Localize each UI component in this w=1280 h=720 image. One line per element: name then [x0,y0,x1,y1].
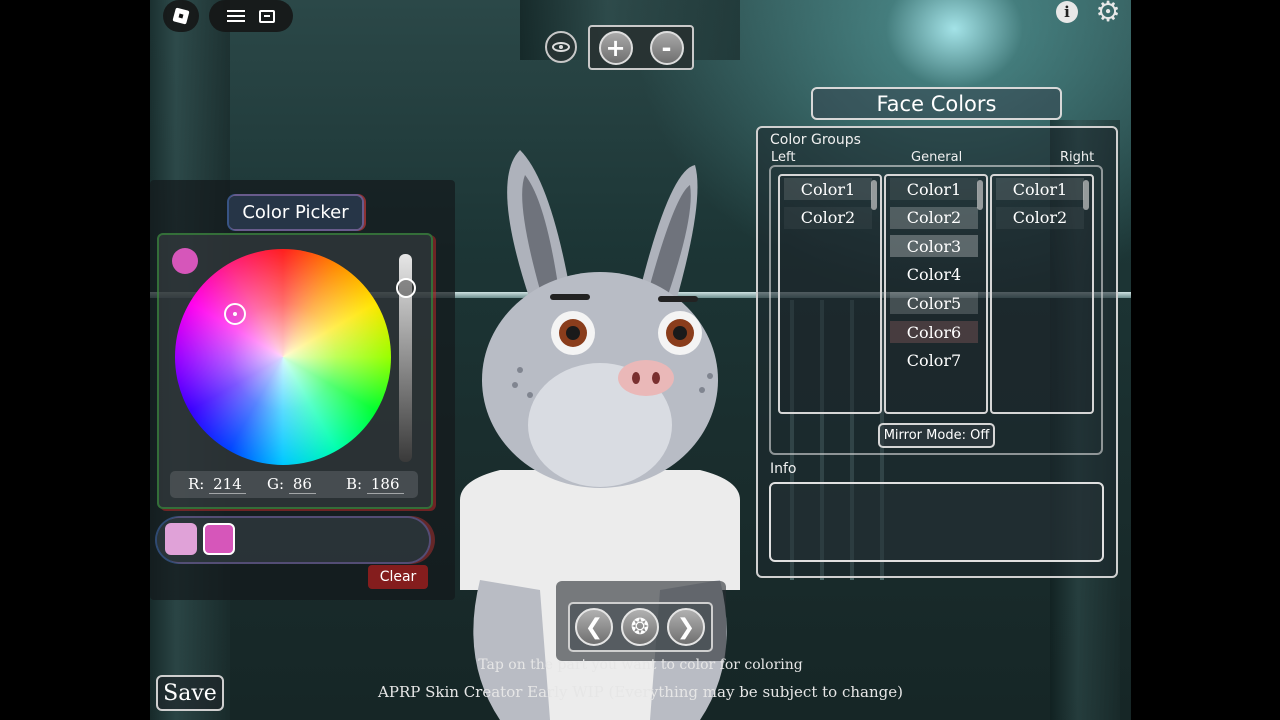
color-group-item[interactable]: Color6 [890,321,978,343]
current-color-preview [172,248,198,274]
zoom-in-button[interactable]: + [598,30,633,65]
wheel-icon: ❂ [630,614,650,640]
roblox-logo-icon [172,7,190,25]
rgb-values-bar: R: 214 G: 86 B: 186 [170,471,418,498]
eye-icon [552,42,570,52]
mirror-mode-button[interactable]: Mirror Mode: Off [878,423,995,448]
general-color-list[interactable]: Color1 Color2 Color3 Color4 Color5 Color6 Colo… [884,174,988,414]
color-swatch[interactable] [165,523,197,555]
color-group-item[interactable]: Color2 [996,206,1084,229]
character-brow-left[interactable] [550,294,590,300]
color-group-item[interactable]: Color2 [890,206,978,229]
left-column-label: Left [771,150,796,165]
menu-chat-button-group[interactable] [209,0,293,32]
color-wheel-cursor[interactable] [224,303,246,325]
color-group-item[interactable]: Color5 [890,292,978,315]
color-swatch[interactable] [203,523,235,555]
right-color-list[interactable]: Color1 Color2 [990,174,1094,414]
rgb-green: G: 86 [267,475,316,494]
rgb-blue: B: 186 [346,475,404,494]
info-icon: i [1056,1,1078,23]
color-group-item[interactable]: Color1 [890,178,978,200]
center-part-button[interactable]: ❂ [621,608,659,646]
color-group-item[interactable]: Color1 [784,178,872,200]
roblox-menu-button[interactable] [163,0,199,32]
color-picker-title: Color Picker [229,196,362,229]
red-value-field[interactable]: 214 [209,475,246,494]
zoom-out-button[interactable]: - [649,30,684,65]
character-snout[interactable] [618,360,674,396]
zoom-controls: + - [588,25,694,70]
character-brow-right[interactable] [658,296,698,302]
color-group-item[interactable]: Color2 [784,206,872,229]
color-group-item[interactable]: Color7 [890,350,978,372]
brightness-slider-handle[interactable] [396,278,416,298]
general-column-label: General [911,150,963,165]
visibility-toggle-button[interactable] [545,31,577,63]
right-column-label: Right [1060,150,1095,165]
next-part-button[interactable]: ❯ [667,608,705,646]
left-color-list[interactable]: Color1 Color2 [778,174,882,414]
chevron-right-icon: ❯ [676,614,696,640]
rgb-red: R: 214 [188,475,246,494]
color-wheel[interactable] [175,249,391,465]
blue-value-field[interactable]: 186 [366,475,404,494]
color-group-item[interactable]: Color1 [996,178,1084,200]
save-button[interactable]: Save [156,675,224,711]
hint-text: Tap on the part you want to color for co… [478,657,803,673]
info-label: Info [770,461,797,477]
chat-icon[interactable] [259,9,275,23]
color-history-bar [157,518,429,562]
clear-button[interactable]: Clear [368,565,428,589]
green-value-field[interactable]: 86 [288,475,316,494]
footer-text: APRP Skin Creator Early WIP (Everything … [378,683,903,701]
face-colors-title: Face Colors [811,87,1062,120]
info-button[interactable]: i [1053,0,1081,24]
previous-part-button[interactable]: ❮ [575,608,613,646]
color-group-item[interactable]: Color4 [890,264,978,286]
color-groups-label: Color Groups [770,132,861,148]
info-box [769,482,1104,562]
chevron-left-icon: ❮ [584,614,604,640]
gear-icon[interactable]: ⚙ [1094,0,1122,26]
hamburger-icon[interactable] [227,10,245,22]
color-group-item[interactable]: Color3 [890,235,978,258]
